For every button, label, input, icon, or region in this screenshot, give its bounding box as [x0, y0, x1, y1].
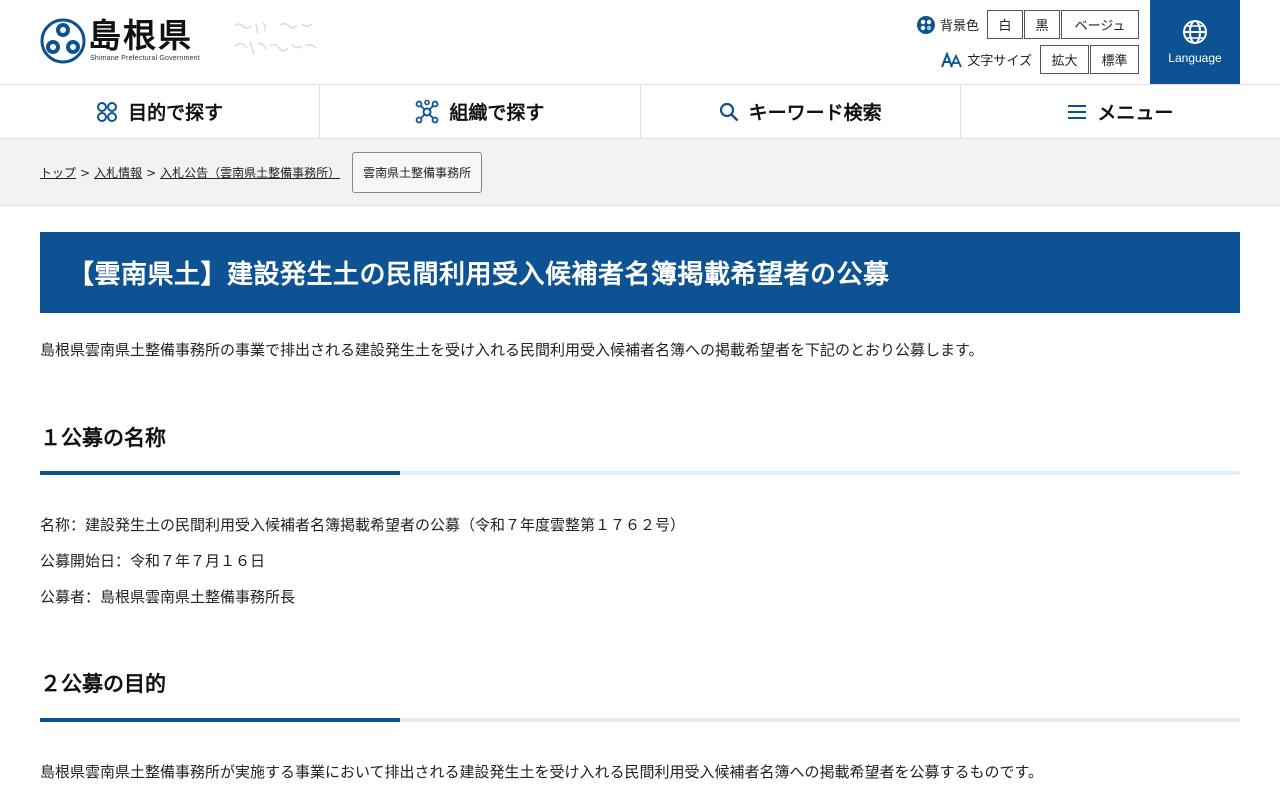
bg-color-label-wrap: 背景色	[916, 15, 979, 35]
logo-name: 島根県	[88, 16, 193, 55]
breadcrumb-bid-notice-link[interactable]: 入札公告（雲南県土整備事務所）	[160, 164, 340, 181]
font-size-label-wrap: 文字サイズ	[941, 50, 1032, 69]
prefecture-emblem-icon	[40, 18, 86, 64]
site-header: 島根県 Shimane Prefectural Government 背景色 白…	[0, 0, 1280, 85]
nav-purpose[interactable]: 目的で探す	[0, 85, 321, 138]
nav-organization[interactable]: 組織で探す	[320, 85, 641, 138]
section1-org-line: 公募者：島根県雲南県土整備事務所長	[40, 588, 296, 606]
font-size-controls: 文字サイズ 拡大 標準	[941, 45, 1139, 74]
hamburger-menu-icon	[1068, 104, 1087, 119]
section1-start-line: 公募開始日：令和７年７月１６日	[40, 552, 266, 570]
page-title: 【雲南県土】建設発生土の民間利用受入候補者名簿掲載希望者の公募	[68, 260, 890, 290]
breadcrumb-current[interactable]: 雲南県土整備事務所	[352, 152, 483, 193]
section2-heading: ２公募の目的	[40, 672, 166, 696]
org-network-icon	[415, 99, 439, 123]
language-label: Language	[1168, 51, 1222, 65]
breadcrumb-separator: >	[80, 165, 91, 180]
page-title-banner: 【雲南県土】建設発生土の民間利用受入候補者名簿掲載希望者の公募	[40, 232, 1240, 313]
search-icon	[719, 102, 738, 121]
logo-subtitle: Shimane Prefectural Government	[90, 55, 200, 62]
breadcrumb-separator: >	[146, 165, 157, 180]
nav-menu[interactable]: メニュー	[961, 85, 1280, 138]
main-nav: 目的で探す 組織で探す キーワード検索 メニュー	[0, 85, 1280, 139]
section1-heading: １公募の名称	[40, 426, 166, 450]
language-button[interactable]: Language	[1150, 0, 1240, 84]
section1-divider	[40, 471, 1240, 475]
slogan-handwriting-icon	[234, 22, 317, 55]
breadcrumb: トップ > 入札情報 > 入札公告（雲南県土整備事務所） 雲南県土整備事務所	[40, 152, 483, 193]
bg-color-controls: 背景色 白 黒 ベージュ	[916, 10, 1139, 39]
bg-white-button[interactable]: 白	[987, 10, 1023, 39]
nav-menu-label: メニュー	[1097, 102, 1174, 124]
breadcrumb-bar: トップ > 入札情報 > 入札公告（雲南県土整備事務所） 雲南県土整備事務所	[0, 139, 1280, 206]
nav-purpose-label: 目的で探す	[128, 102, 224, 124]
intro-paragraph: 島根県雲南県土整備事務所の事業で排出される建設発生土を受け入れる民間利用受入候補…	[40, 341, 984, 359]
breadcrumb-top-link[interactable]: トップ	[40, 164, 76, 181]
section2-body: 島根県雲南県土整備事務所が実施する事業において排出される建設発生土を受け入れる民…	[40, 763, 1044, 781]
nav-keyword-label: キーワード検索	[748, 102, 882, 124]
font-large-button[interactable]: 拡大	[1040, 45, 1089, 74]
font-size-label: 文字サイズ	[967, 54, 1032, 69]
nav-organization-label: 組織で探す	[449, 102, 545, 124]
globe-icon	[1183, 20, 1207, 44]
nav-keyword-search[interactable]: キーワード検索	[641, 85, 961, 138]
bg-beige-button[interactable]: ベージュ	[1061, 10, 1139, 39]
bg-black-button[interactable]: 黒	[1024, 10, 1060, 39]
section1-name-line: 名称：建設発生土の民間利用受入候補者名簿掲載希望者の公募（令和７年度雲整第１７６…	[40, 516, 686, 534]
section2-divider	[40, 718, 1240, 722]
palette-icon	[916, 15, 935, 34]
four-circles-icon	[97, 101, 118, 122]
text-size-icon	[941, 51, 963, 67]
breadcrumb-bid-info-link[interactable]: 入札情報	[94, 164, 142, 181]
site-logo[interactable]: 島根県 Shimane Prefectural Government	[40, 16, 200, 64]
font-standard-button[interactable]: 標準	[1090, 45, 1139, 74]
bg-color-label: 背景色	[939, 19, 979, 34]
